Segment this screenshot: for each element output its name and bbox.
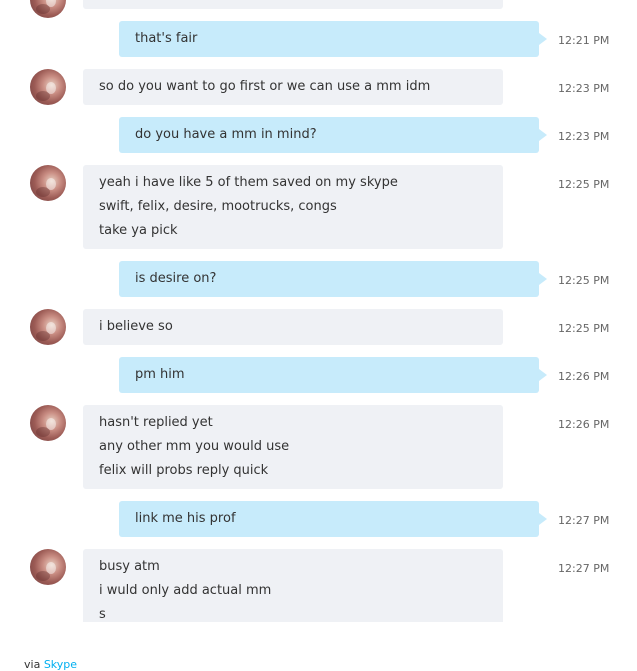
message-timestamp: 12:23 PM: [558, 130, 610, 143]
contact-avatar[interactable]: [30, 0, 66, 18]
message-text: pm him: [135, 367, 185, 382]
message-text: so do you want to go first or we can use…: [99, 79, 431, 94]
message-timestamp: 12:27 PM: [558, 514, 610, 527]
incoming-message-bubble: busy atm i wuld only add actual mm s: [83, 549, 503, 633]
contact-avatar[interactable]: [30, 309, 66, 345]
message-text: busy atm: [99, 559, 160, 574]
contact-avatar[interactable]: [30, 165, 66, 201]
source-footer: via Skype: [24, 658, 77, 671]
message-timestamp: 12:25 PM: [558, 274, 610, 287]
contact-avatar[interactable]: [30, 549, 66, 585]
message-timestamp: 12:27 PM: [558, 562, 610, 575]
contact-avatar[interactable]: [30, 69, 66, 105]
message-timestamp: 12:26 PM: [558, 418, 610, 431]
message-timestamp: 12:21 PM: [558, 34, 610, 47]
incoming-message-bubble: hasn't replied yet any other mm you woul…: [83, 405, 503, 489]
outgoing-message-bubble: pm him: [119, 357, 547, 393]
contact-avatar[interactable]: [30, 405, 66, 441]
message-text: is desire on?: [135, 271, 217, 286]
message-timestamp: 12:25 PM: [558, 178, 610, 191]
message-text: link me his prof: [135, 511, 236, 526]
message-text: that's fair: [135, 31, 198, 46]
incoming-message-bubble: i believe so: [83, 309, 503, 345]
incoming-message-bubble: so do you want to go first or we can use…: [83, 69, 503, 105]
outgoing-message-bubble: is desire on?: [119, 261, 547, 297]
chat-transcript: that's fair 12:21 PM so do you want to g…: [0, 0, 637, 671]
incoming-message-bubble: yeah i have like 5 of them saved on my s…: [83, 165, 503, 249]
message-text: i believe so: [99, 319, 173, 334]
outgoing-message-bubble: that's fair: [119, 21, 547, 57]
message-text: i wuld only add actual mm: [99, 583, 272, 598]
message-text: yeah i have like 5 of them saved on my s…: [99, 175, 398, 190]
message-text: swift, felix, desire, mootrucks, congs: [99, 199, 337, 214]
clip-mask: [0, 622, 637, 652]
message-text: take ya pick: [99, 223, 178, 238]
message-timestamp: 12:23 PM: [558, 82, 610, 95]
message-text: felix will probs reply quick: [99, 463, 269, 478]
incoming-message-bubble: [83, 0, 503, 9]
message-timestamp: 12:25 PM: [558, 322, 610, 335]
message-text: do you have a mm in mind?: [135, 127, 317, 142]
outgoing-message-bubble: do you have a mm in mind?: [119, 117, 547, 153]
skype-link[interactable]: Skype: [44, 658, 77, 671]
message-timestamp: 12:26 PM: [558, 370, 610, 383]
message-text: any other mm you would use: [99, 439, 290, 454]
message-text: hasn't replied yet: [99, 415, 213, 430]
outgoing-message-bubble: link me his prof: [119, 501, 547, 537]
footer-prefix: via: [24, 658, 44, 671]
